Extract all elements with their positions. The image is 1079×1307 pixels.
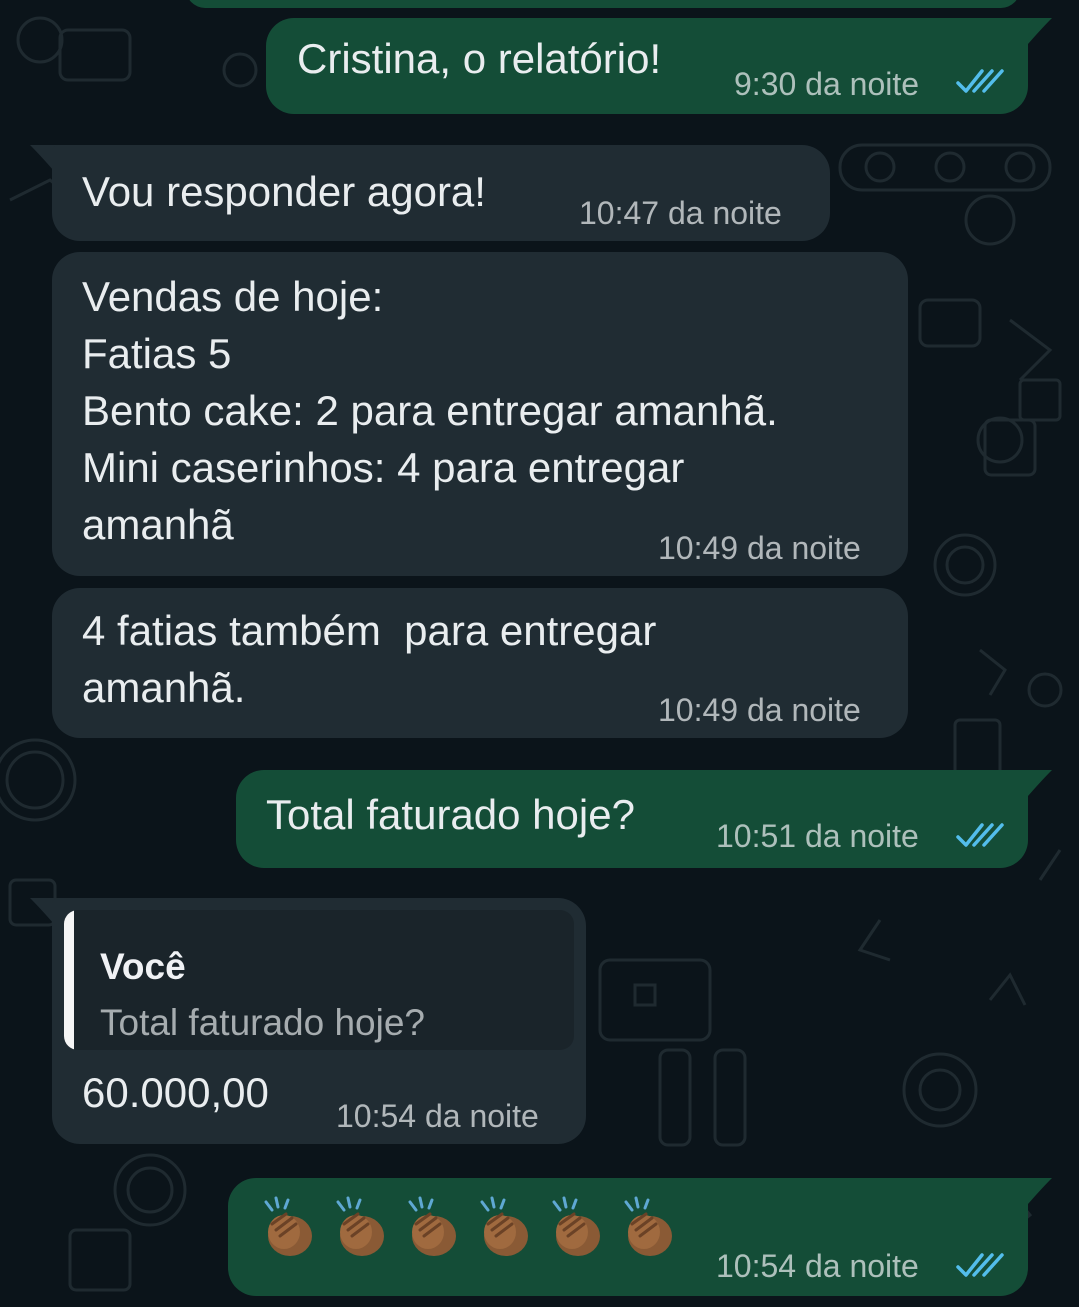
clapping-hands-icon [552, 1196, 600, 1256]
message-bubble-incoming[interactable]: Vendas de hoje: Fatias 5 Bento cake: 2 p… [52, 252, 908, 576]
quoted-text: Total faturado hoje? [100, 1002, 426, 1043]
clapping-hands-icon [624, 1196, 672, 1256]
quoted-author: Você [100, 946, 186, 987]
read-receipt-icon [956, 1253, 1004, 1277]
message-bubble-outgoing-partial[interactable] [186, 0, 1020, 8]
message-time: 10:54 da noite [336, 1098, 539, 1134]
clapping-hands-icon [336, 1196, 384, 1256]
message-line: 4 fatias também para entregar [82, 607, 657, 654]
bubble-tail [1018, 1178, 1052, 1204]
message-line: Vendas de hoje: [82, 273, 384, 320]
message-bubble-outgoing[interactable]: Total faturado hoje? 10:51 da noite [236, 770, 1028, 868]
message-text: Cristina, o relatório! [297, 35, 662, 82]
message-line: Mini caserinhos: 4 para entregar [82, 444, 685, 491]
message-line: amanhã [82, 501, 234, 548]
clapping-hands-icon [408, 1196, 456, 1256]
message-time: 9:30 da noite [734, 66, 920, 102]
quoted-message[interactable]: Você Total faturado hoje? [64, 910, 574, 1050]
message-bubble-incoming[interactable]: Vou responder agora! 10:47 da noite [52, 145, 830, 241]
message-text: 60.000,00 [82, 1069, 269, 1116]
clapping-hands-icon [264, 1196, 312, 1256]
message-time: 10:54 da noite [716, 1248, 919, 1284]
read-receipt-icon [956, 823, 1004, 847]
quote-accent-bar [64, 910, 74, 1050]
clapping-hands-emoji-row [258, 1196, 698, 1266]
read-receipt-icon [956, 69, 1004, 93]
message-line: Fatias 5 [82, 330, 232, 377]
message-time: 10:47 da noite [579, 195, 782, 231]
clapping-hands-icon [480, 1196, 528, 1256]
message-bubble-incoming[interactable]: Você Total faturado hoje? 60.000,00 10:5… [52, 898, 586, 1144]
bubble-tail [1018, 18, 1052, 44]
message-bubble-incoming[interactable]: 4 fatias também para entregar amanhã. 10… [52, 588, 908, 738]
message-bubble-outgoing[interactable]: 10:54 da noite [228, 1178, 1028, 1296]
message-line: Bento cake: 2 para entregar amanhã. [82, 387, 778, 434]
message-time: 10:49 da noite [658, 530, 861, 566]
message-time: 10:51 da noite [716, 818, 919, 854]
bubble-tail [1018, 770, 1052, 796]
message-text: Vou responder agora! [82, 168, 486, 215]
message-line: amanhã. [82, 664, 246, 711]
message-bubble-outgoing[interactable]: Cristina, o relatório! 9:30 da noite [266, 18, 1028, 114]
message-time: 10:49 da noite [658, 692, 861, 728]
message-text: Total faturado hoje? [266, 791, 635, 838]
